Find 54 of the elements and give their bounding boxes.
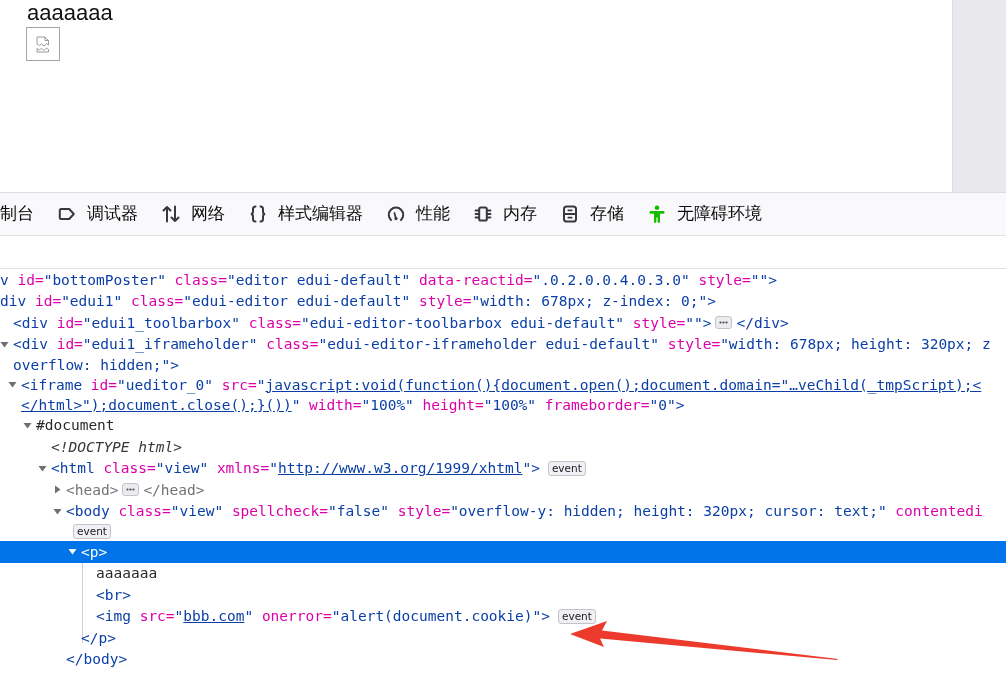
markup-text: <div id="edui1_iframeholder" class="edui-editor-iframeholder edui-default" style="width: 678px; height: 320px; z — [13, 336, 991, 353]
page-paragraph: aaaaaaa — [26, 0, 113, 25]
expand-button[interactable] — [715, 316, 733, 330]
caret-right-icon[interactable] — [53, 485, 62, 495]
markup-text: <div id="edui1_toolbarbox" class="edui-editor-toolbarbox edui-default" style=""> — [13, 314, 712, 331]
markup-text: <iframe id="ueditor_0" src="javascript:void(function(){document.open();document.domain="…veChild(_tmpScript);< — [21, 376, 982, 393]
devtools-tab[interactable]: 样式编辑器 — [237, 193, 375, 235]
url-link[interactable]: javascript:void(function(){document.open();document.domain="…veChild(_tmpScript);< — [265, 376, 982, 393]
devtools-tab[interactable]: 存储 — [549, 193, 636, 235]
devtools-tab[interactable]: 制台 — [0, 193, 46, 235]
event-badge[interactable]: event — [547, 460, 586, 476]
url-link[interactable]: bbb.com — [183, 608, 245, 625]
caret-down-icon[interactable] — [53, 506, 62, 516]
devtools-tab[interactable]: 无障碍环境 — [636, 193, 774, 235]
markup-text: #document — [36, 417, 115, 434]
event-badge[interactable]: event — [73, 524, 111, 539]
markup-text: <!DOCTYPE html> — [51, 438, 182, 455]
url-link[interactable]: </html>");document.close();}()) — [21, 397, 292, 413]
ellipsis-icon — [126, 488, 136, 492]
markup-text: <img src="bbb.com" onerror="alert(document.cookie)"> — [96, 608, 550, 625]
markup-text: </head> — [143, 481, 205, 498]
selection-highlight[interactable]: <p> — [0, 541, 1006, 563]
markup-text: <p> — [81, 543, 108, 560]
chip-icon — [474, 205, 492, 223]
cabinet-icon — [561, 205, 579, 223]
markup-text: <body class="view" spellcheck="false" style="overflow-y: hidden; height: 320px; cursor: text;" contentedi — [66, 503, 983, 520]
up-down-arrows-icon — [162, 205, 180, 223]
markup-text: <head> — [66, 481, 119, 498]
gauge-icon — [387, 205, 405, 223]
markup-text: aaaaaaa — [96, 565, 158, 582]
caret-down-icon[interactable] — [23, 420, 32, 430]
markup-text: <html class="view" xmlns="http://www.w3.org/1999/xhtml"> — [51, 460, 540, 477]
tag-icon — [58, 205, 76, 223]
markup-text: overflow: hidden;"> — [13, 356, 179, 373]
caret-down-icon[interactable] — [38, 463, 47, 473]
markup-text: <br> — [96, 586, 131, 603]
markup-text: </p> — [81, 629, 116, 646]
curly-braces-icon — [249, 205, 267, 223]
devtools-tab[interactable]: 性能 — [375, 193, 462, 235]
caret-down-icon[interactable] — [68, 547, 77, 557]
markup-text: </div> — [736, 314, 789, 331]
ellipsis-icon — [719, 321, 729, 325]
markup-text: div id="edui1" class="edui-editor edui-default" style="width: 678px; z-index: 0;"> — [0, 293, 716, 310]
devtools-tab[interactable]: 调试器 — [46, 193, 150, 235]
markup-text: v id="bottomPoster" class="editor edui-default" data-reactid=".0.2.0.0.4.0.3.0" style=""> — [0, 271, 777, 288]
person-icon — [648, 205, 666, 223]
expand-button[interactable] — [122, 483, 140, 497]
devtools-tab[interactable]: 网络 — [150, 193, 237, 235]
caret-down-icon[interactable] — [0, 339, 9, 349]
url-link[interactable]: http://www.w3.org/1999/xhtml — [278, 460, 523, 477]
devtools-tab[interactable]: 内存 — [462, 193, 549, 235]
markup-text: </html>");document.close();}())" width="100%" height="100%" frameborder="0"> — [21, 397, 685, 413]
markup-text: </body> — [66, 651, 128, 668]
caret-down-icon[interactable] — [8, 380, 17, 390]
